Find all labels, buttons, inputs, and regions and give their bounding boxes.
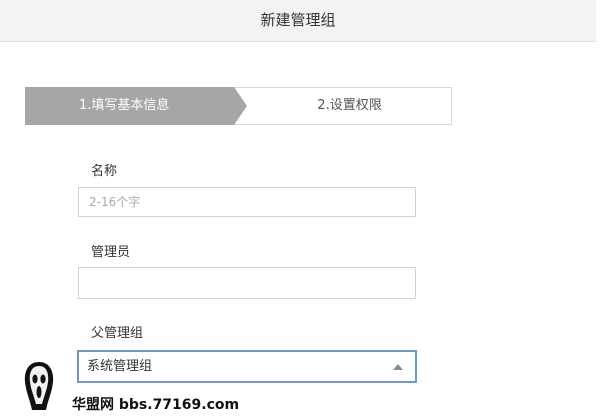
watermark-text: 华盟网 bbs.77169.com xyxy=(72,397,240,413)
parent-group-value: 系统管理组 xyxy=(87,359,153,374)
dialog-title: 新建管理组 xyxy=(0,0,596,42)
name-placeholder: 2-16个字 xyxy=(89,195,141,209)
parent-group-label: 父管理组 xyxy=(91,326,144,341)
step-arrow xyxy=(234,87,247,125)
name-input[interactable]: 2-16个字 xyxy=(78,187,416,217)
caret-up-icon xyxy=(393,364,403,370)
step-indicator: 1.填写基本信息 2.设置权限 xyxy=(25,87,452,125)
admin-input[interactable] xyxy=(78,267,416,299)
name-label: 名称 xyxy=(91,164,118,179)
step-basic-info[interactable]: 1.填写基本信息 xyxy=(25,87,234,125)
admin-label: 管理员 xyxy=(91,245,131,260)
scream-mask-icon xyxy=(24,362,54,410)
parent-group-select[interactable]: 系统管理组 xyxy=(77,350,417,383)
step-permissions[interactable]: 2.设置权限 xyxy=(248,88,451,124)
